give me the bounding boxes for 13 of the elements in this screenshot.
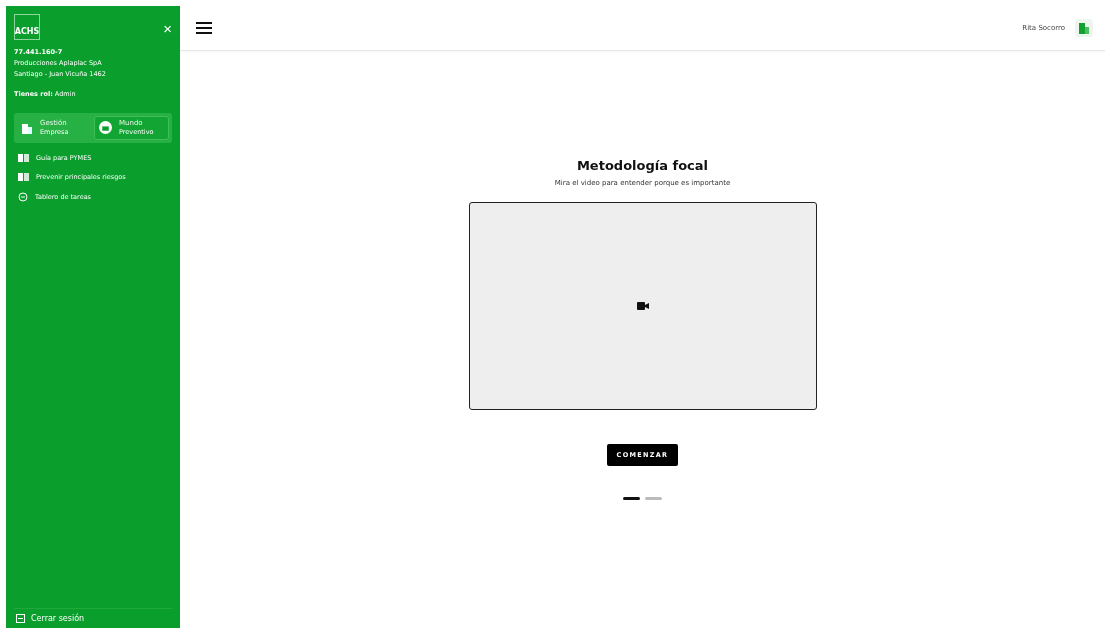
logout-link[interactable]: Cerrar sesión	[14, 608, 172, 628]
book-icon	[18, 172, 29, 181]
video-camera-icon	[636, 302, 649, 310]
logo: ACHS	[14, 14, 40, 40]
page-indicator[interactable]	[623, 497, 640, 500]
page-title: Metodología focal	[576, 158, 709, 173]
building-icon	[21, 121, 33, 134]
building-icon[interactable]	[1075, 19, 1093, 37]
close-button[interactable]: ×	[163, 20, 172, 37]
clock-icon	[18, 191, 28, 202]
menu-icon[interactable]	[196, 22, 212, 34]
book-icon	[18, 153, 29, 162]
logout-icon	[16, 614, 25, 623]
